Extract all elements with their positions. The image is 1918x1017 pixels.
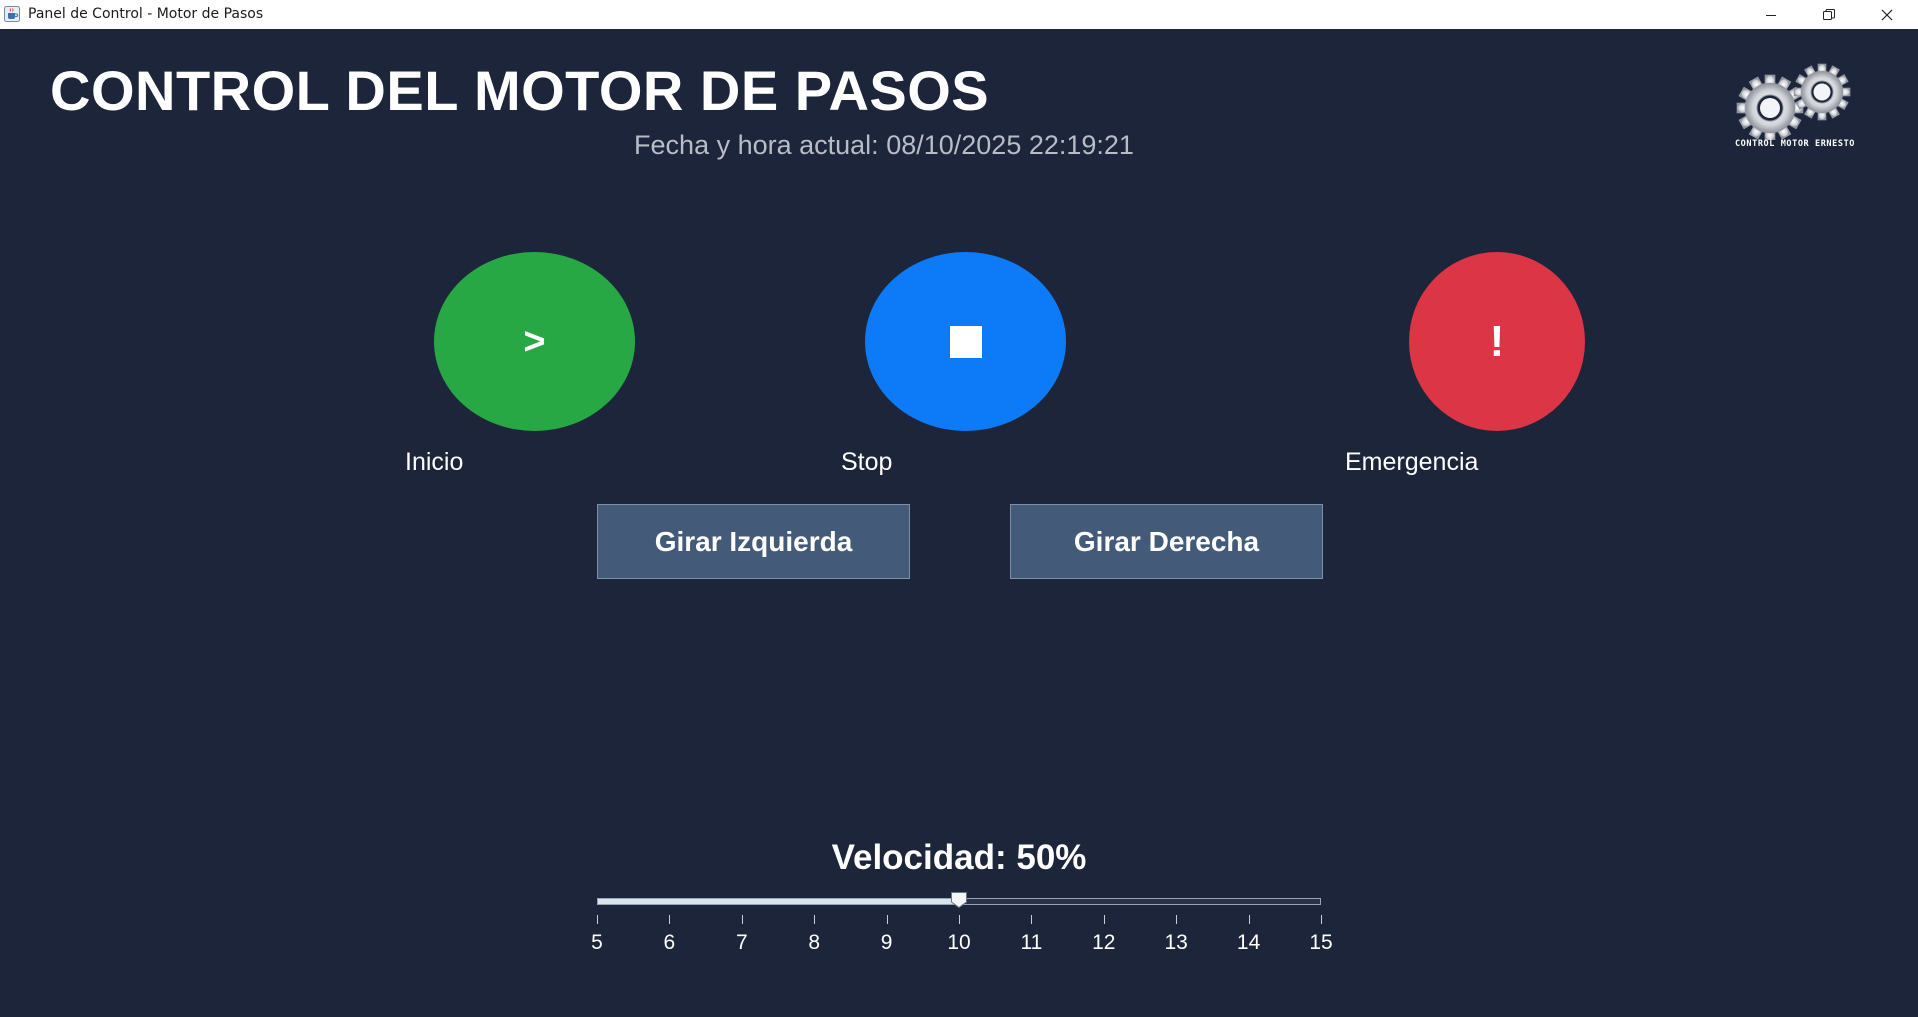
start-label: Inicio <box>405 448 464 476</box>
datetime-value: 08/10/2025 22:19:21 <box>886 130 1134 160</box>
slider-fill <box>598 899 960 904</box>
speed-slider[interactable]: 5 6 7 8 9 10 11 12 13 14 15 <box>591 888 1333 958</box>
slider-tick-label: 11 <box>1020 931 1043 954</box>
slider-tick-label: 15 <box>1309 931 1333 954</box>
slider-thumb[interactable] <box>950 891 968 909</box>
restore-button[interactable] <box>1800 0 1858 29</box>
slider-tick <box>1248 915 1250 924</box>
rotate-left-button[interactable]: Girar Izquierda <box>597 504 910 579</box>
start-button[interactable]: > <box>434 252 635 431</box>
current-datetime: Fecha y hora actual: 08/10/2025 22:19:21 <box>0 130 1768 161</box>
slider-tick <box>741 915 743 924</box>
page-title: CONTROL DEL MOTOR DE PASOS <box>50 59 990 122</box>
logo-text: CONTROL MOTOR ERNESTO <box>1734 139 1856 149</box>
restore-icon <box>1823 8 1835 20</box>
speed-label: Velocidad: 50% <box>831 838 1087 877</box>
slider-tick-label: 9 <box>880 931 893 954</box>
rotate-right-button[interactable]: Girar Derecha <box>1010 504 1323 579</box>
slider-tick-label: 10 <box>947 931 971 954</box>
slider-tick-label: 8 <box>808 931 821 954</box>
window-titlebar: Panel de Control - Motor de Pasos <box>0 0 1918 29</box>
slider-tick-label: 5 <box>591 931 603 954</box>
slider-tick-label: 7 <box>735 931 748 954</box>
slider-tick <box>886 915 888 924</box>
slider-tick-label: 6 <box>663 931 676 954</box>
slider-tick <box>814 915 816 924</box>
minimize-icon <box>1766 14 1776 16</box>
slider-tick-label: 14 <box>1236 931 1261 954</box>
gears-icon <box>1736 63 1851 142</box>
emergency-button[interactable]: ! <box>1409 252 1585 431</box>
slider-tick <box>597 915 598 924</box>
minimize-button[interactable] <box>1742 0 1800 29</box>
slider-tick <box>959 915 960 924</box>
stop-icon <box>949 325 982 358</box>
slider-tick <box>669 915 671 924</box>
close-button[interactable] <box>1858 0 1916 29</box>
slider-tick <box>1176 915 1178 924</box>
stop-label: Stop <box>841 448 893 476</box>
emergency-label: Emergencia <box>1345 448 1479 476</box>
play-icon: > <box>523 320 546 363</box>
close-icon <box>1881 9 1893 20</box>
slider-tick <box>1031 915 1033 924</box>
java-cup-icon <box>4 6 20 22</box>
slider-tick-label: 13 <box>1164 931 1188 954</box>
slider-tick <box>1321 915 1322 924</box>
slider-tick <box>1103 915 1105 924</box>
company-logo: CONTROL MOTOR ERNESTO <box>1720 60 1870 152</box>
datetime-label: Fecha y hora actual: <box>634 130 879 160</box>
slider-tick-label: 12 <box>1092 931 1116 954</box>
exclamation-icon: ! <box>1489 316 1505 366</box>
window-title: Panel de Control - Motor de Pasos <box>28 6 264 22</box>
stop-button[interactable] <box>865 252 1066 431</box>
